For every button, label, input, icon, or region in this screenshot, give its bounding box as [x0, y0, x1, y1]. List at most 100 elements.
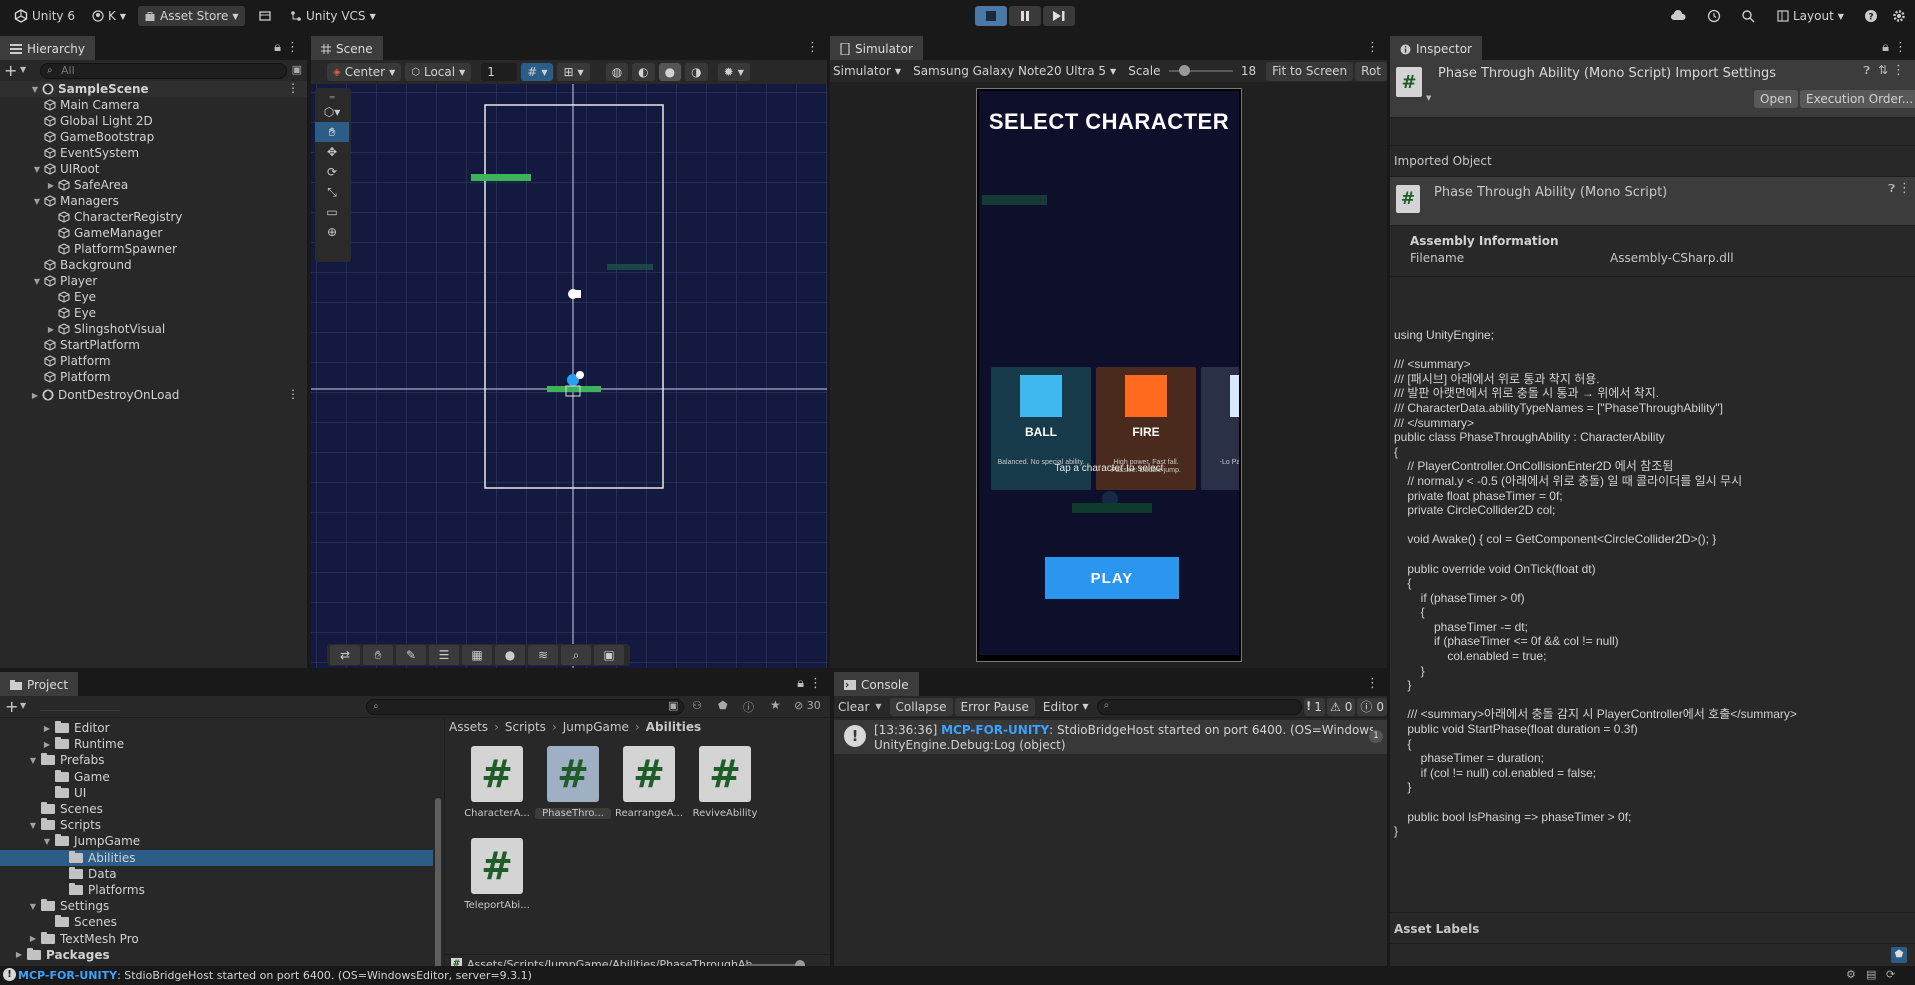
expand-arrow-icon[interactable]: ▶: [30, 391, 40, 400]
kebab-menu-icon[interactable]: ⋮: [1898, 181, 1911, 196]
hierarchy-search-input[interactable]: ⌕ All: [40, 63, 287, 79]
layout-dropdown[interactable]: Layout ▼: [1771, 6, 1850, 26]
rotate-tool[interactable]: ⟳: [315, 162, 349, 182]
chevron-down-icon[interactable]: ▼: [1426, 94, 1431, 102]
expand-arrow-icon[interactable]: ▶: [14, 950, 24, 959]
mode-dropdown[interactable]: Simulator ▼: [830, 61, 907, 81]
console-search-input[interactable]: ⌕: [1096, 698, 1303, 715]
project-folder[interactable]: ▼ Settings: [0, 898, 433, 914]
kebab-menu-icon[interactable]: ⋮: [806, 40, 819, 55]
stop-button[interactable]: [975, 6, 1007, 26]
unity-menu[interactable]: Unity 6: [8, 6, 81, 26]
sync-icon[interactable]: ⟳: [1886, 968, 1895, 981]
project-folder[interactable]: ▶ TextMesh Pro: [0, 931, 433, 947]
breadcrumb-item[interactable]: Abilities: [646, 720, 701, 734]
kebab-menu-icon[interactable]: ⋮: [286, 40, 299, 55]
hierarchy-item[interactable]: Platform: [0, 369, 307, 385]
hierarchy-item[interactable]: PlatformSpawner: [0, 241, 307, 257]
transform-tool[interactable]: ⊕: [315, 222, 349, 242]
open-button[interactable]: Open: [1754, 90, 1799, 108]
project-folder[interactable]: Scenes: [0, 914, 433, 930]
vcs-dropdown[interactable]: Unity VCS ▼: [284, 6, 382, 26]
expand-arrow-icon[interactable]: ▶: [28, 934, 38, 943]
debug-icon[interactable]: ⚙: [1846, 968, 1856, 981]
project-search-input[interactable]: ⌕: [366, 699, 684, 715]
hierarchy-item[interactable]: GameBootstrap: [0, 129, 307, 145]
grid-tool[interactable]: ▦: [462, 645, 492, 665]
project-folder[interactable]: Scenes: [0, 801, 433, 817]
expand-arrow-icon[interactable]: ▼: [28, 902, 38, 911]
draw-mode-shaded[interactable]: ●: [658, 63, 682, 81]
project-folder[interactable]: ▼ JumpGame: [0, 833, 433, 849]
kebab-menu-icon[interactable]: ⋮: [287, 81, 299, 95]
add-icon[interactable]: +: [5, 697, 18, 716]
chevron-down-icon[interactable]: ▼: [20, 701, 26, 710]
tab-console[interactable]: Console: [834, 672, 919, 696]
rotate-button[interactable]: Rot: [1355, 61, 1387, 81]
kebab-menu-icon[interactable]: ⋮: [1894, 40, 1907, 55]
project-folder[interactable]: Platforms: [0, 882, 433, 898]
asset-item[interactable]: # PhaseThro...: [535, 746, 611, 819]
tab-scene[interactable]: Scene: [311, 36, 383, 60]
tab-simulator[interactable]: Simulator: [830, 36, 923, 60]
asset-item[interactable]: # ReviveAbility: [687, 746, 763, 819]
device-dropdown[interactable]: Samsung Galaxy Note20 Ultra 5 ▼: [907, 61, 1122, 81]
grid-size-field[interactable]: 1: [481, 63, 518, 81]
scale-slider[interactable]: [1168, 64, 1233, 78]
search-icon[interactable]: [1741, 9, 1755, 23]
space-dropdown[interactable]: ⬡ Local ▼: [405, 63, 472, 81]
add-icon[interactable]: +: [4, 61, 17, 80]
hierarchy-item[interactable]: CharacterRegistry: [0, 209, 307, 225]
overlay-handle[interactable]: ═: [315, 92, 349, 102]
hierarchy-item[interactable]: ▶ SafeArea: [0, 177, 307, 193]
lock-icon[interactable]: 🔒︎: [274, 40, 281, 55]
account-dropdown[interactable]: K ▼: [86, 6, 132, 26]
favorite-star-icon[interactable]: ★: [770, 698, 781, 712]
hierarchy-item[interactable]: ▼ Managers: [0, 193, 307, 209]
project-folder[interactable]: Abilities: [0, 849, 433, 866]
hierarchy-item[interactable]: ▶ SlingshotVisual: [0, 321, 307, 337]
execution-order-button[interactable]: Execution Order...: [1800, 90, 1915, 108]
step-button[interactable]: [1043, 6, 1075, 26]
info-filter-icon[interactable]: ⓘ: [743, 699, 754, 715]
edit-tool[interactable]: ✎: [396, 645, 426, 665]
expand-arrow-icon[interactable]: ▶: [46, 181, 56, 190]
expand-arrow-icon[interactable]: ▶: [42, 724, 52, 733]
editor-dropdown[interactable]: Editor ▼: [1037, 697, 1095, 717]
hierarchy-item[interactable]: Main Camera: [0, 97, 307, 113]
console-entry[interactable]: ! [13:36:36] MCP-FOR-UNITY: StdioBridgeH…: [834, 720, 1387, 754]
terrain-tool[interactable]: ≋: [528, 645, 558, 665]
project-folder[interactable]: ▶ Packages: [0, 947, 433, 963]
draw-mode-shaded-wire[interactable]: ◐: [632, 63, 655, 81]
lock-icon[interactable]: 🔒︎: [797, 676, 804, 691]
snap-increment-button[interactable]: ⊞ ▼: [557, 63, 590, 81]
tree-scrollbar-thumb[interactable]: [435, 798, 441, 974]
project-folder[interactable]: UI: [0, 785, 433, 801]
expand-arrow-icon[interactable]: ▶: [42, 740, 52, 749]
status-message[interactable]: MCP-FOR-UNITY: StdioBridgeHost started o…: [18, 969, 532, 982]
kebab-menu-icon[interactable]: ⋮: [1366, 40, 1379, 55]
history-icon[interactable]: [1707, 9, 1721, 23]
error-pause-toggle[interactable]: Error Pause: [954, 697, 1035, 716]
hierarchy-item[interactable]: EventSystem: [0, 145, 307, 161]
asset-item[interactable]: # RearrangeA...: [611, 746, 687, 819]
breadcrumb-item[interactable]: JumpGame: [563, 720, 629, 734]
search-by-label-icon[interactable]: ⚇: [692, 699, 702, 712]
lock-icon[interactable]: 🔒︎: [1882, 40, 1889, 55]
hierarchy-item[interactable]: ▼ Player: [0, 273, 307, 289]
expand-arrow-icon[interactable]: ▼: [32, 197, 42, 206]
asset-store-button[interactable]: Asset Store ▼: [138, 6, 245, 26]
draw-mode-wire[interactable]: ◍: [605, 63, 629, 81]
hierarchy-item[interactable]: Eye: [0, 289, 307, 305]
hand-tool-alt[interactable]: ✋︎: [363, 645, 393, 665]
search-by-tag-icon[interactable]: ⬟: [718, 699, 728, 712]
hierarchy-item[interactable]: Eye: [0, 305, 307, 321]
asset-item[interactable]: # CharacterA...: [459, 746, 535, 819]
help-icon[interactable]: ❓︎: [1888, 182, 1895, 196]
search-by-type-icon[interactable]: ▣: [668, 699, 678, 712]
breadcrumb-item[interactable]: Assets: [449, 720, 488, 734]
presets-icon[interactable]: ⇅: [1878, 63, 1888, 77]
tag-icon[interactable]: ⬟: [1891, 947, 1907, 963]
scene-row[interactable]: ▼ SampleScene ⋮: [0, 81, 307, 97]
scale-tool[interactable]: ⤡: [315, 182, 349, 202]
